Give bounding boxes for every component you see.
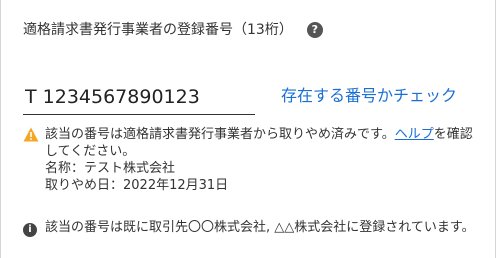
warning-message: 該当の番号は適格請求書発行事業者から取りやめ済みです。ヘルプを確認してください。… [23,126,475,194]
warning-main-line: 該当の番号は適格請求書発行事業者から取りやめ済みです。ヘルプを確認してください。 [45,127,473,159]
question-circle-icon[interactable]: ? [306,22,323,38]
warning-triangle-icon [23,127,39,147]
info-circle-icon: i [23,220,39,237]
cancellation-date-line: 取りやめ日：2022年12月31日 [45,178,229,193]
registration-number-label: 適格請求書発行事業者の登録番号（13桁） ? [23,20,323,40]
check-number-link[interactable]: 存在する番号かチェック [281,86,457,106]
info-text: 該当の番号は既に取引先〇〇株式会社, △△株式会社に登録されています。 [45,220,475,235]
business-name-line: 名称：テスト株式会社 [45,161,176,176]
help-link[interactable]: ヘルプ [395,127,434,142]
form-panel: 適格請求書発行事業者の登録番号（13桁） ? 存在する番号かチェック 該当の番号… [0,0,496,258]
info-message: i 該当の番号は既に取引先〇〇株式会社, △△株式会社に登録されています。 [23,219,475,237]
warning-text: 該当の番号は適格請求書発行事業者から取りやめ済みです。ヘルプを確認してください。… [45,126,475,194]
registration-number-input[interactable] [23,80,255,115]
field-label-text: 適格請求書発行事業者の登録番号（13桁） [23,22,293,38]
